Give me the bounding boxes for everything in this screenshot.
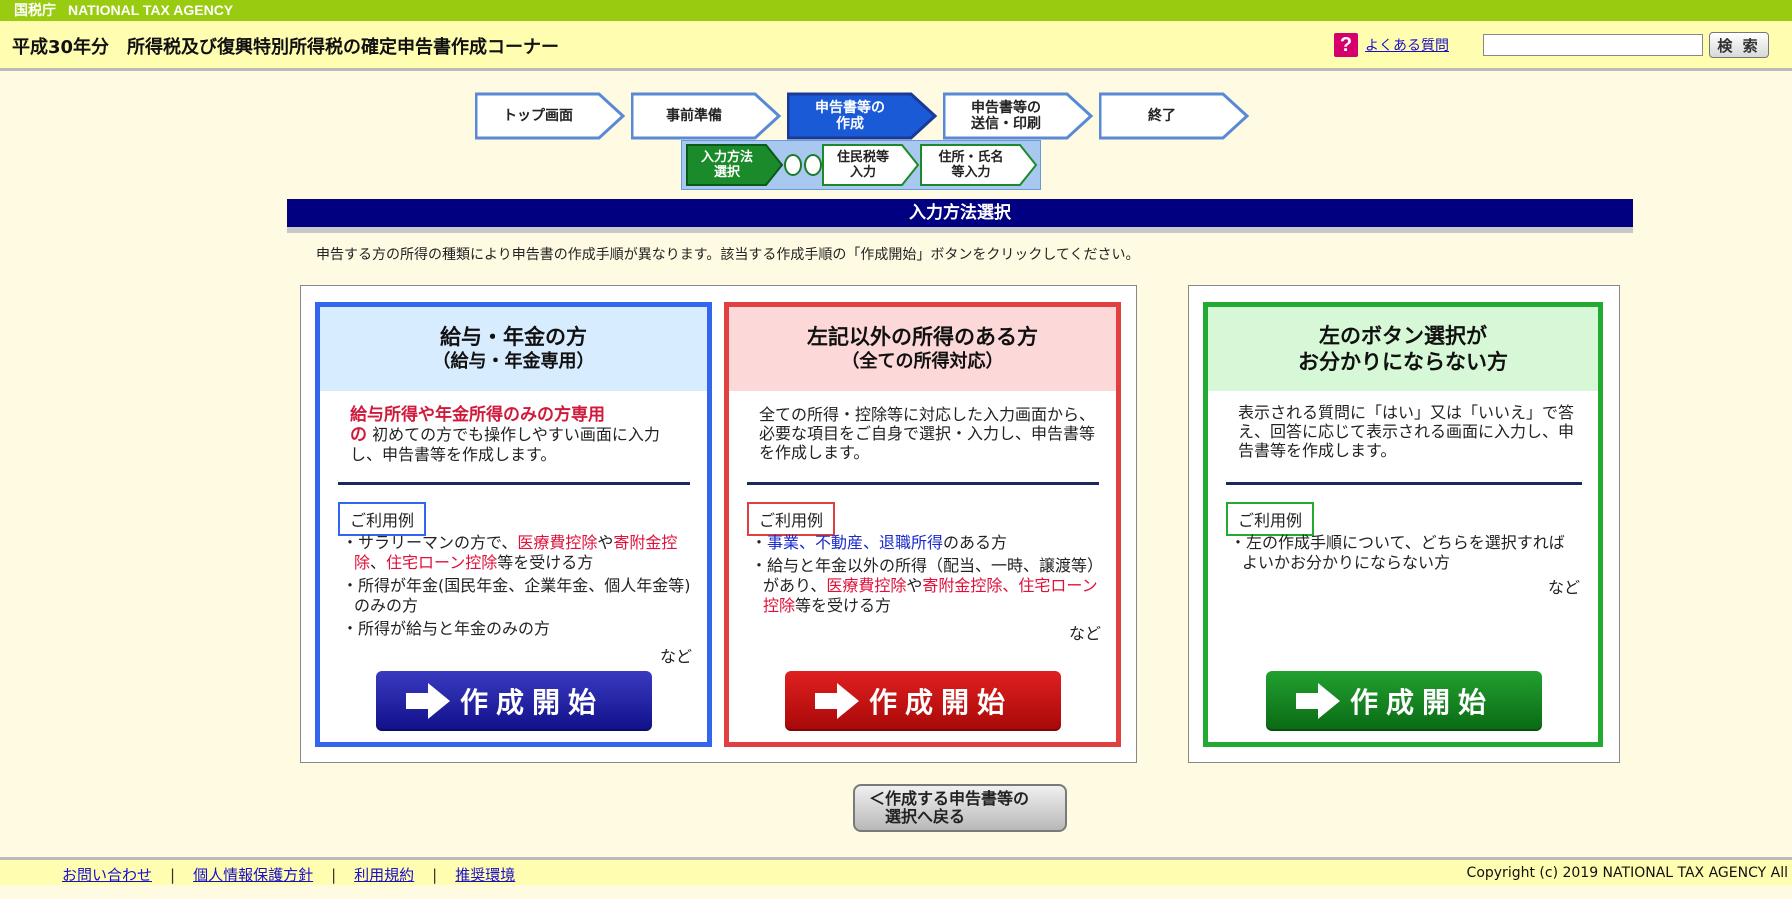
card-divider [338, 482, 690, 485]
arrow-right-icon [815, 683, 859, 719]
etc-text: など [660, 647, 693, 666]
step-label: 終了 [1148, 108, 1176, 124]
highlight-text: 給与所得や年金所得のみの方専用 [350, 405, 605, 425]
usage-example-label: ご利用例 [338, 502, 427, 536]
salary-card: 給与・年金の方 （給与・年金専用） 給与所得や年金所得のみの方専用の 初めての方… [315, 302, 712, 747]
agency-name-jp: 国税庁 [14, 2, 56, 18]
card-title: 給与・年金の方 [440, 325, 587, 349]
etc-text: など [1069, 624, 1102, 643]
step-create: 申告書等の 作成 [787, 92, 937, 140]
card-description: 表示される質問に「はい」又は「いいえ」で答え、回答に応じて表示される画面に入力し… [1238, 403, 1575, 460]
footer-link-terms[interactable]: 利用規約 [354, 866, 414, 884]
list-item: 給与と年金以外の所得（配当、一時、譲渡等）があり、医療費控除や寄附金控除、住宅ロ… [751, 556, 1103, 616]
arrow-right-icon [406, 683, 450, 719]
substep-resident-tax: 住民税等 入力 [822, 144, 920, 186]
list-item: サラリーマンの方で、医療費控除や寄附金控除、住宅ローン控除等を受ける方 [342, 533, 694, 573]
card-subtitle: （全ての所得対応） [841, 351, 1004, 372]
progress-dot-icon [804, 154, 822, 176]
footer-links: お問い合わせ | 個人情報保護方針 | 利用規約 | 推奨環境 [62, 864, 515, 885]
card-divider [747, 482, 1099, 485]
step-label: 事前準備 [666, 108, 722, 124]
page-header: 平成30年分 所得税及び復興特別所得税の確定申告書作成コーナー ? よくある質問… [0, 21, 1792, 71]
step-top: トップ画面 [475, 92, 625, 140]
card-divider [1226, 482, 1582, 485]
substep-label: 住所・氏名 等入力 [938, 150, 1004, 180]
highlight-text: の [350, 425, 367, 445]
step-label: 申告書等の 作成 [815, 100, 885, 132]
list-item: 事業、不動産、退職所得のある方 [751, 533, 1103, 553]
usage-list: サラリーマンの方で、医療費控除や寄附金控除、住宅ローン控除等を受ける方 所得が年… [342, 533, 694, 642]
description-text: 初めての方でも操作しやすい画面に入力し、申告書等を作成します。 [350, 425, 660, 464]
start-button-label: 作成開始 [1350, 686, 1495, 719]
card-title: 左記以外の所得のある方 [807, 325, 1038, 349]
usage-list: 左の作成手順について、どちらを選択すればよいかお分かりにならない方 [1230, 533, 1580, 576]
start-button-label: 作成開始 [869, 686, 1014, 719]
unsure-start-button[interactable]: 作成開始 [1266, 671, 1542, 731]
agency-name-en: NATIONAL TAX AGENCY [68, 2, 234, 18]
list-item: 所得が給与と年金のみの方 [342, 619, 694, 639]
start-button-label: 作成開始 [460, 686, 605, 719]
card-description: 全ての所得・控除等に対応した入力画面から、必要な項目をご自身で選択・入力し、申告… [759, 405, 1096, 462]
step-end: 終了 [1099, 92, 1249, 140]
arrow-right-icon [1296, 683, 1340, 719]
heading-divider [287, 227, 1633, 233]
salary-card-header: 給与・年金の方 （給与・年金専用） [320, 307, 707, 391]
footer-link-environment[interactable]: 推奨環境 [455, 866, 515, 884]
card-description: 給与所得や年金所得のみの方専用の 初めての方でも操作しやすい画面に入力し、申告書… [350, 405, 690, 465]
card-title: 左のボタン選択が [1319, 324, 1487, 348]
back-to-selection-button[interactable]: ＜作成する申告書等の 選択へ戻る [853, 784, 1067, 832]
card-subtitle: お分かりにならない方 [1298, 350, 1508, 374]
intro-text: 申告する方の所得の種類により申告書の作成手順が異なります。該当する作成手順の「作… [316, 247, 1140, 263]
usage-example-label: ご利用例 [747, 502, 836, 536]
page-title: 平成30年分 所得税及び復興特別所得税の確定申告書作成コーナー [12, 37, 560, 58]
substep-bar: 入力方法 選択 住民税等 入力 住所・氏名 等入力 [681, 140, 1041, 190]
usage-list: 事業、不動産、退職所得のある方 給与と年金以外の所得（配当、一時、譲渡等）があり… [751, 533, 1103, 619]
substep-address: 住所・氏名 等入力 [920, 144, 1038, 186]
footer-link-contact[interactable]: お問い合わせ [62, 866, 152, 884]
unsure-card-header: 左のボタン選択が お分かりにならない方 [1208, 307, 1598, 391]
footer-separator: | [432, 866, 438, 884]
question-icon[interactable]: ? [1334, 33, 1358, 57]
footer: お問い合わせ | 個人情報保護方針 | 利用規約 | 推奨環境 Copyright (c) … [0, 857, 1792, 885]
other-income-card: 左記以外の所得のある方 （全ての所得対応） 全ての所得・控除等に対応した入力画面… [724, 302, 1121, 747]
list-item: 左の作成手順について、どちらを選択すればよいかお分かりにならない方 [1230, 533, 1580, 573]
footer-separator: | [331, 866, 337, 884]
substep-label: 住民税等 入力 [836, 150, 889, 180]
search-button[interactable]: 検 索 [1709, 32, 1769, 58]
substep-input-method: 入力方法 選択 [686, 144, 784, 186]
substep-label: 入力方法 選択 [700, 150, 753, 180]
agency-bar: 国税庁 NATIONAL TAX AGENCY [0, 0, 1792, 21]
footer-link-privacy[interactable]: 個人情報保護方針 [193, 866, 313, 884]
step-label: トップ画面 [503, 108, 573, 124]
other-start-button[interactable]: 作成開始 [785, 671, 1061, 731]
list-item: 所得が年金(国民年金、企業年金、個人年金等)のみの方 [342, 576, 694, 616]
section-heading: 入力方法選択 [287, 199, 1633, 227]
footer-separator: | [170, 866, 176, 884]
etc-text: など [1548, 578, 1581, 597]
faq-link[interactable]: よくある質問 [1365, 35, 1449, 55]
step-send-print: 申告書等の 送信・印刷 [943, 92, 1093, 140]
card-subtitle: （給与・年金専用） [432, 351, 595, 372]
other-card-header: 左記以外の所得のある方 （全ての所得対応） [729, 307, 1116, 391]
progress-dot-icon [784, 154, 802, 176]
step-preparation: 事前準備 [631, 92, 781, 140]
salary-start-button[interactable]: 作成開始 [376, 671, 652, 731]
unsure-card: 左のボタン選択が お分かりにならない方 表示される質問に「はい」又は「いいえ」で… [1203, 302, 1603, 747]
usage-example-label: ご利用例 [1226, 502, 1315, 536]
search-input[interactable] [1483, 34, 1703, 56]
copyright: Copyright (c) 2019 NATIONAL TAX AGENCY A… [1466, 865, 1788, 881]
step-label: 申告書等の 送信・印刷 [971, 100, 1041, 132]
